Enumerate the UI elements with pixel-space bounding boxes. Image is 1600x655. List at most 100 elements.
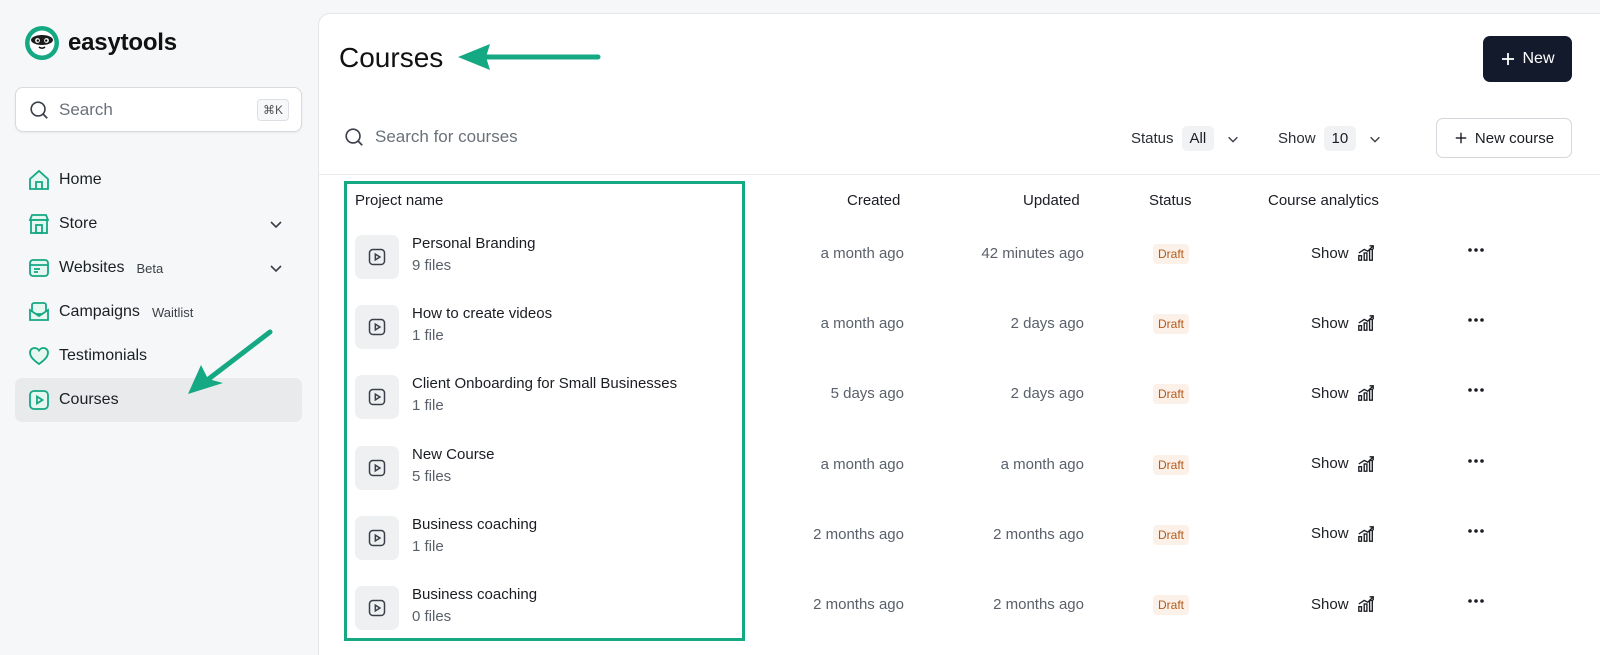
chevron-down-icon[interactable]	[268, 260, 284, 276]
new-button-label: New	[1522, 50, 1555, 67]
updated-date: 2 months ago	[993, 596, 1084, 613]
analytics-show-label: Show	[1311, 595, 1349, 613]
course-name[interactable]: Business coaching	[412, 586, 537, 603]
more-options-icon[interactable]	[1467, 317, 1485, 323]
course-search-input[interactable]: Search for courses	[343, 126, 518, 148]
play-icon	[368, 599, 386, 617]
column-header-status[interactable]: Status	[1149, 192, 1192, 209]
more-options-icon[interactable]	[1467, 458, 1485, 464]
page-size-filter[interactable]: Show 10	[1278, 126, 1382, 151]
file-count: 1 file	[412, 327, 444, 345]
sloth-logo-icon	[25, 26, 59, 60]
table-row[interactable]: Client Onboarding for Small Businesses 1 …	[319, 363, 1600, 433]
sidebar: easytools Search ⌘K Home Store Websites	[0, 0, 318, 655]
main-panel: Courses New Search for courses Status Al…	[318, 13, 1600, 655]
play-icon	[27, 388, 51, 412]
more-options-icon[interactable]	[1467, 528, 1485, 534]
waitlist-badge: Waitlist	[151, 304, 194, 320]
updated-date: 42 minutes ago	[981, 245, 1084, 262]
course-search-placeholder: Search for courses	[375, 127, 518, 146]
analytics-chart-icon	[1357, 245, 1374, 261]
course-thumbnail[interactable]	[355, 235, 399, 279]
show-filter-value: 10	[1323, 126, 1357, 151]
sidebar-item-label: Courses	[59, 391, 119, 408]
play-icon	[368, 318, 386, 336]
course-thumbnail[interactable]	[355, 445, 399, 490]
divider	[319, 174, 1600, 175]
more-options-icon[interactable]	[1467, 247, 1485, 253]
sidebar-item-testimonials[interactable]: Testimonials	[15, 334, 302, 378]
chevron-down-icon[interactable]	[268, 216, 284, 232]
course-thumbnail[interactable]	[355, 586, 399, 630]
table-row[interactable]: New Course 5 files a month ago a month ago D…	[319, 434, 1600, 504]
course-name[interactable]: Client Onboarding for Small Businesses	[412, 375, 677, 392]
column-header-project[interactable]: Project name	[355, 192, 443, 209]
column-header-analytics: Course analytics	[1268, 192, 1379, 209]
status-badge: Draft	[1153, 244, 1190, 264]
play-icon	[368, 459, 386, 476]
column-header-updated[interactable]: Updated	[1023, 192, 1080, 209]
play-icon	[368, 389, 386, 406]
analytics-chart-icon	[1357, 315, 1374, 332]
show-filter-label: Show	[1278, 130, 1316, 147]
chevron-down-icon	[1228, 136, 1239, 143]
analytics-chart-icon	[1357, 525, 1374, 542]
analytics-show-link[interactable]: Show	[1311, 384, 1375, 402]
created-date: 2 months ago	[813, 596, 904, 613]
sidebar-item-store[interactable]: Store	[15, 202, 302, 246]
analytics-show-link[interactable]: Show	[1311, 595, 1375, 613]
brand[interactable]: easytools	[24, 25, 177, 61]
sidebar-item-home[interactable]: Home	[15, 158, 302, 202]
sidebar-item-courses[interactable]: Courses	[15, 378, 302, 422]
status-badge: Draft	[1153, 454, 1190, 475]
analytics-show-label: Show	[1311, 455, 1349, 473]
file-count: 5 files	[412, 467, 452, 485]
course-name[interactable]: New Course	[412, 446, 495, 463]
store-icon	[27, 212, 51, 236]
search-icon	[30, 100, 48, 119]
analytics-show-link[interactable]: Show	[1311, 244, 1375, 262]
status-badge: Draft	[1153, 595, 1190, 615]
status-filter[interactable]: Status All	[1131, 126, 1240, 151]
status-filter-label: Status	[1131, 130, 1174, 147]
brand-name: easytools	[68, 29, 177, 56]
more-options-icon[interactable]	[1467, 598, 1485, 604]
analytics-show-label: Show	[1311, 244, 1349, 262]
plus-icon	[1502, 53, 1515, 65]
beta-badge: Beta	[136, 260, 164, 276]
status-filter-value: All	[1181, 126, 1215, 151]
updated-date: 2 days ago	[1010, 385, 1084, 403]
file-count: 1 file	[412, 397, 444, 415]
analytics-chart-icon	[1357, 385, 1374, 402]
analytics-show-link[interactable]: Show	[1311, 525, 1375, 543]
course-thumbnail[interactable]	[355, 515, 399, 560]
status-badge: Draft	[1153, 524, 1190, 545]
sidebar-item-campaigns[interactable]: Campaigns Waitlist	[15, 290, 302, 334]
heart-icon	[27, 344, 51, 368]
sidebar-item-websites[interactable]: Websites Beta	[15, 246, 302, 290]
course-thumbnail[interactable]	[355, 305, 399, 350]
sidebar-item-label: Store	[59, 215, 98, 232]
new-button[interactable]: New	[1483, 36, 1572, 82]
file-count: 1 file	[412, 537, 444, 555]
course-name[interactable]: Business coaching	[412, 516, 537, 533]
analytics-show-link[interactable]: Show	[1311, 314, 1375, 332]
course-thumbnail[interactable]	[355, 375, 399, 420]
table-row[interactable]: Business coaching 0 files 2 months ago 2 mo…	[319, 574, 1600, 644]
play-icon	[368, 529, 386, 547]
column-header-created[interactable]: Created	[847, 192, 900, 209]
status-badge: Draft	[1153, 314, 1190, 335]
table-row[interactable]: Personal Branding 9 files a month ago 42 mi…	[319, 223, 1600, 293]
new-course-button[interactable]: New course	[1436, 118, 1572, 158]
more-options-icon[interactable]	[1467, 387, 1485, 393]
sidebar-search-input[interactable]: Search ⌘K	[15, 87, 302, 132]
analytics-show-link[interactable]: Show	[1311, 455, 1375, 473]
table-row[interactable]: Business coaching 1 file 2 months ago 2 mon…	[319, 504, 1600, 574]
table-row[interactable]: How to create videos 1 file a month ago 2 d…	[319, 293, 1600, 363]
page-title: Courses	[339, 42, 444, 73]
chevron-down-icon	[1370, 136, 1381, 143]
analytics-show-label: Show	[1311, 314, 1349, 332]
status-badge: Draft	[1153, 384, 1190, 405]
course-name[interactable]: Personal Branding	[412, 235, 535, 252]
course-name[interactable]: How to create videos	[412, 305, 552, 322]
